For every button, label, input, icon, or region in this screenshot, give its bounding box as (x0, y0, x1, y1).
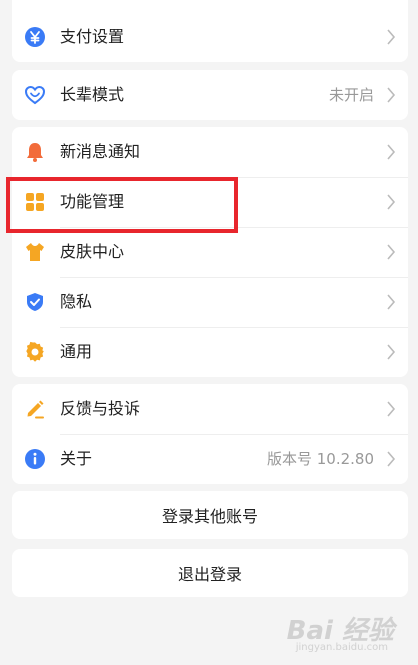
chevron-right-icon (386, 343, 396, 361)
settings-group: 新消息通知 功能管理 皮肤中心 隐私 通用 (12, 127, 408, 377)
logout-button[interactable]: 退出登录 (12, 549, 408, 597)
info-icon (24, 448, 46, 470)
tshirt-icon (24, 241, 46, 263)
settings-item-label: 关于 (60, 449, 93, 468)
payment-group: 支付设置 (12, 0, 408, 62)
shield-check-icon (24, 291, 46, 313)
chevron-right-icon (386, 243, 396, 261)
baidu-jingyan-watermark: Bai 经验 (286, 616, 394, 646)
settings-item-label: 新消息通知 (60, 142, 141, 161)
version-number: 版本号 10.2.80 (266, 450, 374, 468)
chevron-right-icon (386, 28, 396, 46)
settings-item-label: 支付设置 (60, 27, 125, 46)
gear-icon (24, 341, 46, 363)
bell-icon (24, 141, 46, 163)
pencil-icon (24, 398, 46, 420)
chevron-right-icon (386, 86, 396, 104)
about-group: 反馈与投诉 关于 版本号 10.2.80 (12, 384, 408, 484)
yuan-coin-icon (24, 26, 46, 48)
settings-item-privacy[interactable]: 隐私 (12, 277, 408, 327)
settings-item-label: 通用 (60, 342, 93, 361)
settings-item-skin-center[interactable]: 皮肤中心 (12, 227, 408, 277)
elder-mode-status: 未开启 (328, 86, 374, 104)
chevron-right-icon (386, 400, 396, 418)
settings-item-label: 功能管理 (60, 192, 125, 211)
settings-item-label: 长辈模式 (60, 85, 125, 104)
settings-item-general[interactable]: 通用 (12, 327, 408, 377)
settings-item-elder-mode[interactable]: 长辈模式 未开启 (12, 70, 408, 120)
elder-mode-group: 长辈模式 未开启 (12, 70, 408, 120)
chevron-right-icon (386, 293, 396, 311)
chevron-right-icon (386, 143, 396, 161)
settings-item-payment[interactable]: 支付设置 (12, 12, 408, 62)
settings-item-feature-management[interactable]: 功能管理 (12, 177, 408, 227)
chevron-right-icon (386, 450, 396, 468)
settings-item-label: 隐私 (60, 292, 93, 311)
chevron-right-icon (386, 193, 396, 211)
settings-item-notifications[interactable]: 新消息通知 (12, 127, 408, 177)
settings-item-label: 反馈与投诉 (60, 399, 141, 418)
heart-outline-icon (24, 84, 46, 106)
settings-item-about[interactable]: 关于 版本号 10.2.80 (12, 434, 408, 484)
grid-squares-icon (24, 191, 46, 213)
switch-account-button[interactable]: 登录其他账号 (12, 491, 408, 539)
settings-item-label: 皮肤中心 (60, 242, 125, 261)
settings-item-feedback[interactable]: 反馈与投诉 (12, 384, 408, 434)
watermark-url: jingyan.baidu.com (295, 642, 388, 653)
